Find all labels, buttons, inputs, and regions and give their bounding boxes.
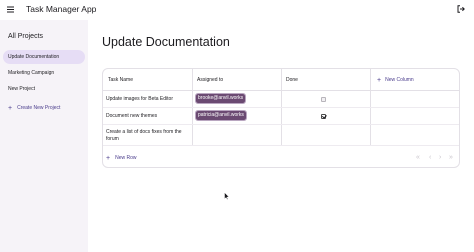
page-title: Update Documentation (102, 35, 230, 49)
add-column-button[interactable]: + New Column (377, 75, 414, 85)
table-row[interactable]: Update images for Beta Editor brooke@anv… (103, 91, 459, 108)
create-new-project-label: Create New Project (17, 105, 61, 111)
task-name-cell: Document new themes (106, 113, 158, 119)
column-header-assigned-to[interactable]: Assigned to (197, 77, 223, 83)
done-checkbox[interactable] (321, 114, 326, 119)
mouse-pointer-icon (224, 192, 230, 200)
assignee-chip[interactable]: brooke@anvil.works (194, 93, 247, 104)
next-page-icon[interactable]: › (439, 154, 441, 161)
logout-icon[interactable] (457, 5, 465, 13)
column-header-done[interactable]: Done (286, 77, 298, 83)
sidebar-heading: All Projects (8, 33, 44, 40)
sidebar-item-label: Marketing Campaign (8, 70, 55, 76)
sidebar: All Projects Update Documentation Market… (0, 20, 88, 252)
sidebar-item-label: New Project (8, 86, 35, 92)
assignee-chip[interactable]: patricia@anvil.works (195, 110, 247, 121)
done-checkbox[interactable] (321, 97, 326, 102)
previous-page-icon[interactable]: ‹ (429, 154, 431, 161)
new-row-label: New Row (115, 155, 137, 161)
last-page-icon[interactable]: » (449, 154, 453, 161)
hamburger-menu-icon[interactable] (7, 6, 14, 13)
plus-icon: + (377, 76, 382, 84)
add-column-label: New Column (385, 77, 414, 83)
column-header-task-name[interactable]: Task Name (108, 77, 133, 83)
task-name-cell: Update images for Beta Editor (106, 96, 173, 102)
plus-icon: + (106, 154, 111, 162)
sidebar-item-label: Update Documentation (8, 54, 60, 60)
new-row-button[interactable]: + New Row (106, 154, 137, 162)
sidebar-item-marketing-campaign[interactable]: Marketing Campaign (3, 66, 85, 80)
top-app-bar: Task Manager App (0, 0, 474, 20)
app-window: Task Manager App All Projects Update Doc… (0, 0, 474, 252)
task-name-cell: Create a list of docs fixes from the for… (106, 129, 182, 142)
first-page-icon[interactable]: « (416, 154, 420, 161)
sidebar-item-update-documentation[interactable]: Update Documentation (3, 50, 85, 64)
plus-icon: + (8, 104, 13, 112)
app-title: Task Manager App (26, 4, 97, 14)
table-row[interactable]: Document new themes patricia@anvil.works (103, 108, 459, 125)
task-table: Task Name Assigned to Done + New Column … (102, 68, 460, 168)
table-row[interactable]: Create a list of docs fixes from the for… (103, 125, 459, 146)
sidebar-item-new-project[interactable]: New Project (3, 82, 85, 96)
create-new-project-button[interactable]: + Create New Project (3, 102, 85, 114)
